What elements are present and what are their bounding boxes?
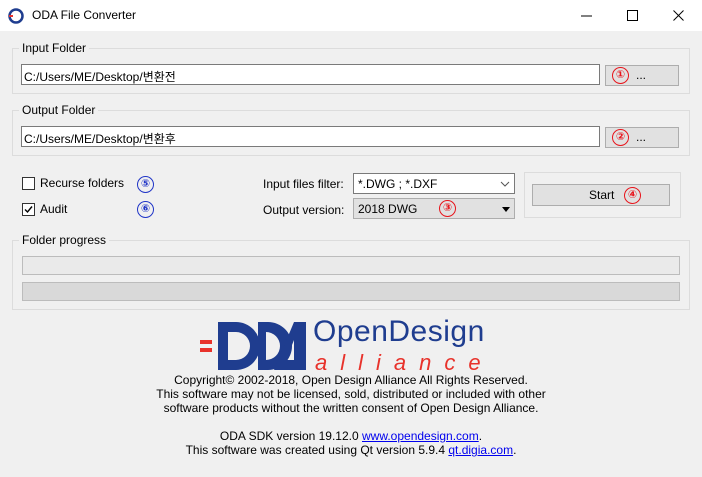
start-button[interactable]: Start ④ (532, 184, 670, 206)
input-filter-combo[interactable]: *.DWG ; *.DXF (353, 173, 515, 194)
input-browse-label: ... (636, 68, 647, 82)
chevron-down-icon (500, 181, 510, 187)
start-label: Start (589, 188, 615, 202)
minimize-button[interactable] (564, 0, 610, 31)
close-icon (673, 10, 684, 21)
file-progress-bar (22, 282, 680, 301)
output-folder-label: Output Folder (19, 103, 99, 117)
checkmark-icon (24, 206, 33, 214)
maximize-icon (627, 10, 638, 21)
output-folder-field[interactable]: C:/Users/ME/Desktop/변환후 (21, 126, 600, 147)
marker-6: ⑥ (137, 201, 154, 218)
output-browse-label: ... (636, 130, 647, 144)
license-line-1: This software may not be licensed, sold,… (156, 387, 546, 401)
qt-link[interactable]: qt.digia.com (448, 443, 513, 457)
qt-version-suffix: . (513, 443, 517, 457)
audit-label[interactable]: Audit (40, 202, 67, 216)
dropdown-arrow-icon (502, 207, 510, 212)
input-filter-label: Input files filter: (263, 177, 344, 191)
recurse-folders-label[interactable]: Recurse folders (40, 176, 124, 190)
minimize-icon (581, 15, 592, 17)
logo-name-line1: OpenDesign (313, 315, 485, 348)
close-button[interactable] (656, 0, 702, 31)
input-folder-label: Input Folder (19, 41, 90, 55)
sdk-version-line: ODA SDK version 19.12.0 www.opendesign.c… (0, 429, 702, 443)
license-line-2: software products without the written co… (163, 401, 539, 415)
marker-4: ④ (624, 187, 641, 204)
marker-2: ② (612, 129, 629, 146)
folder-progress-bar (22, 256, 680, 275)
sdk-version-text: ODA SDK version 19.12.0 (219, 429, 362, 443)
title-bar: ODA File Converter (0, 0, 702, 31)
output-version-combo[interactable]: 2018 DWG ③ (353, 198, 515, 219)
audit-checkbox[interactable] (22, 203, 35, 216)
oda-app-icon (8, 8, 24, 24)
qt-version-line: This software was created using Qt versi… (0, 443, 702, 457)
window-title: ODA File Converter (32, 8, 137, 22)
oda-mark-icon (200, 322, 306, 370)
folder-progress-label: Folder progress (19, 233, 110, 247)
marker-5: ⑤ (137, 176, 154, 193)
qt-version-text: This software was created using Qt versi… (185, 443, 449, 457)
marker-1: ① (612, 67, 629, 84)
output-version-label: Output version: (263, 203, 345, 217)
output-browse-button[interactable]: ② ... (605, 127, 679, 148)
copyright-line: Copyright© 2002-2018, Open Design Allian… (174, 373, 528, 387)
opendesign-link[interactable]: www.opendesign.com (362, 429, 479, 443)
sdk-version-suffix: . (478, 429, 483, 443)
recurse-folders-checkbox[interactable] (22, 177, 35, 190)
input-browse-button[interactable]: ① ... (605, 65, 679, 86)
input-filter-value: *.DWG ; *.DXF (358, 177, 438, 191)
marker-3: ③ (439, 200, 456, 217)
output-version-value: 2018 DWG (358, 202, 418, 216)
input-folder-field[interactable]: C:/Users/ME/Desktop/변환전 (21, 64, 600, 85)
maximize-button[interactable] (610, 0, 656, 31)
